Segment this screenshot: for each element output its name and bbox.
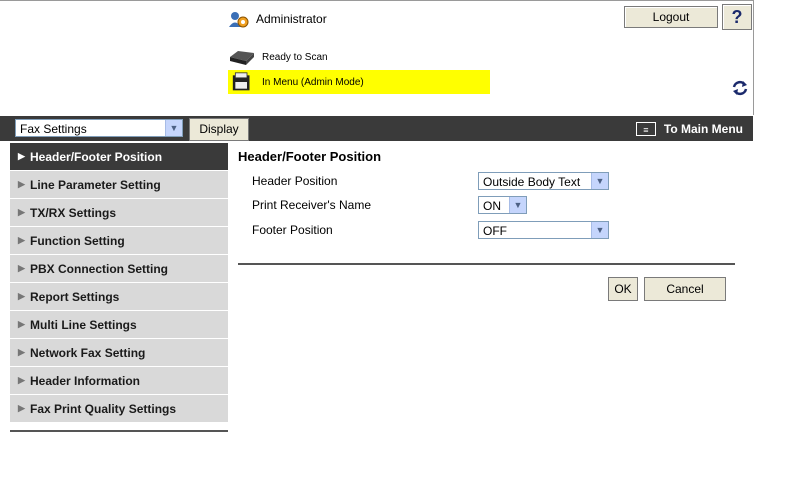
sidebar-item-label: Header/Footer Position — [30, 149, 163, 164]
logout-button[interactable]: Logout — [624, 6, 718, 28]
administrator-icon — [229, 12, 249, 28]
field-label-header-position: Header Position — [252, 174, 338, 188]
printer-icon — [232, 72, 250, 91]
arrow-right-icon: ▶ — [18, 235, 25, 245]
sidebar-item-label: Header Information — [30, 373, 141, 388]
sidebar-item-label: PBX Connection Setting — [30, 261, 168, 276]
sidebar-item-label: Line Parameter Setting — [30, 177, 161, 192]
arrow-right-icon: ▶ — [18, 179, 25, 189]
scanner-icon — [230, 51, 254, 65]
sidebar-item-label: Multi Line Settings — [30, 317, 137, 332]
arrow-right-icon: ▶ — [18, 207, 25, 217]
user-label: Administrator — [256, 12, 327, 26]
header-position-select[interactable]: Outside Body Text ▼ — [478, 172, 609, 190]
sidebar-divider — [10, 430, 228, 432]
display-button[interactable]: Display — [189, 118, 249, 141]
chevron-down-icon[interactable]: ▼ — [591, 173, 608, 189]
mode-status-text: In Menu (Admin Mode) — [262, 76, 364, 88]
sidebar-item-label: Report Settings — [30, 289, 120, 304]
page-title: Header/Footer Position — [238, 149, 382, 164]
refresh-icon[interactable] — [730, 78, 750, 98]
to-main-menu-link[interactable]: ≡ To Main Menu — [635, 116, 743, 141]
sidebar-item-tx-rx-settings[interactable]: ▶ TX/RX Settings — [10, 199, 228, 226]
mode-status: In Menu (Admin Mode) — [228, 70, 490, 94]
chevron-down-icon[interactable]: ▼ — [165, 120, 182, 136]
sidebar: ▶ Header/Footer Position ▶ Line Paramete… — [10, 143, 228, 423]
arrow-right-icon: ▶ — [18, 291, 25, 301]
user-info: Administrator — [228, 8, 327, 30]
cancel-button[interactable]: Cancel — [644, 277, 726, 301]
arrow-right-icon: ▶ — [18, 319, 25, 329]
arrow-right-icon: ▶ — [18, 263, 25, 273]
category-select-value: Fax Settings — [20, 122, 87, 136]
arrow-right-icon: ▶ — [18, 347, 25, 357]
sidebar-item-label: TX/RX Settings — [30, 205, 117, 220]
scan-status: Ready to Scan — [228, 48, 328, 66]
ok-button[interactable]: OK — [608, 277, 638, 301]
content-divider — [238, 263, 735, 265]
footer-position-value: OFF — [483, 224, 507, 238]
sidebar-item-label: Function Setting — [30, 233, 125, 248]
print-receivers-name-select[interactable]: ON ▼ — [478, 196, 527, 214]
field-label-footer-position: Footer Position — [252, 223, 333, 237]
arrow-right-icon: ▶ — [18, 375, 25, 385]
help-button[interactable]: ? — [722, 4, 752, 30]
field-label-print-receivers-name: Print Receiver's Name — [252, 198, 371, 212]
sidebar-item-pbx-connection-setting[interactable]: ▶ PBX Connection Setting — [10, 255, 228, 282]
arrow-right-icon: ▶ — [18, 403, 25, 413]
to-main-menu-label: To Main Menu — [663, 121, 743, 136]
sidebar-item-fax-print-quality-settings[interactable]: ▶ Fax Print Quality Settings — [10, 395, 228, 422]
sidebar-item-label: Fax Print Quality Settings — [30, 401, 177, 416]
category-select[interactable]: Fax Settings ▼ — [15, 119, 183, 137]
header-position-value: Outside Body Text — [483, 175, 581, 189]
sidebar-item-line-parameter-setting[interactable]: ▶ Line Parameter Setting — [10, 171, 228, 198]
sidebar-item-network-fax-setting[interactable]: ▶ Network Fax Setting — [10, 339, 228, 366]
sidebar-item-header-footer-position[interactable]: ▶ Header/Footer Position — [10, 143, 228, 170]
scan-status-text: Ready to Scan — [262, 51, 328, 63]
print-receivers-name-value: ON — [483, 199, 501, 213]
sidebar-item-header-information[interactable]: ▶ Header Information — [10, 367, 228, 394]
sidebar-item-function-setting[interactable]: ▶ Function Setting — [10, 227, 228, 254]
toolbar: Fax Settings ▼ Display ≡ To Main Menu — [0, 116, 753, 141]
arrow-right-icon: ▶ — [18, 151, 25, 161]
sidebar-item-report-settings[interactable]: ▶ Report Settings — [10, 283, 228, 310]
sidebar-item-multi-line-settings[interactable]: ▶ Multi Line Settings — [10, 311, 228, 338]
sidebar-item-label: Network Fax Setting — [30, 345, 146, 360]
chevron-down-icon[interactable]: ▼ — [509, 197, 526, 213]
footer-position-select[interactable]: OFF ▼ — [478, 221, 609, 239]
main-menu-icon: ≡ — [635, 121, 656, 136]
chevron-down-icon[interactable]: ▼ — [591, 222, 608, 238]
